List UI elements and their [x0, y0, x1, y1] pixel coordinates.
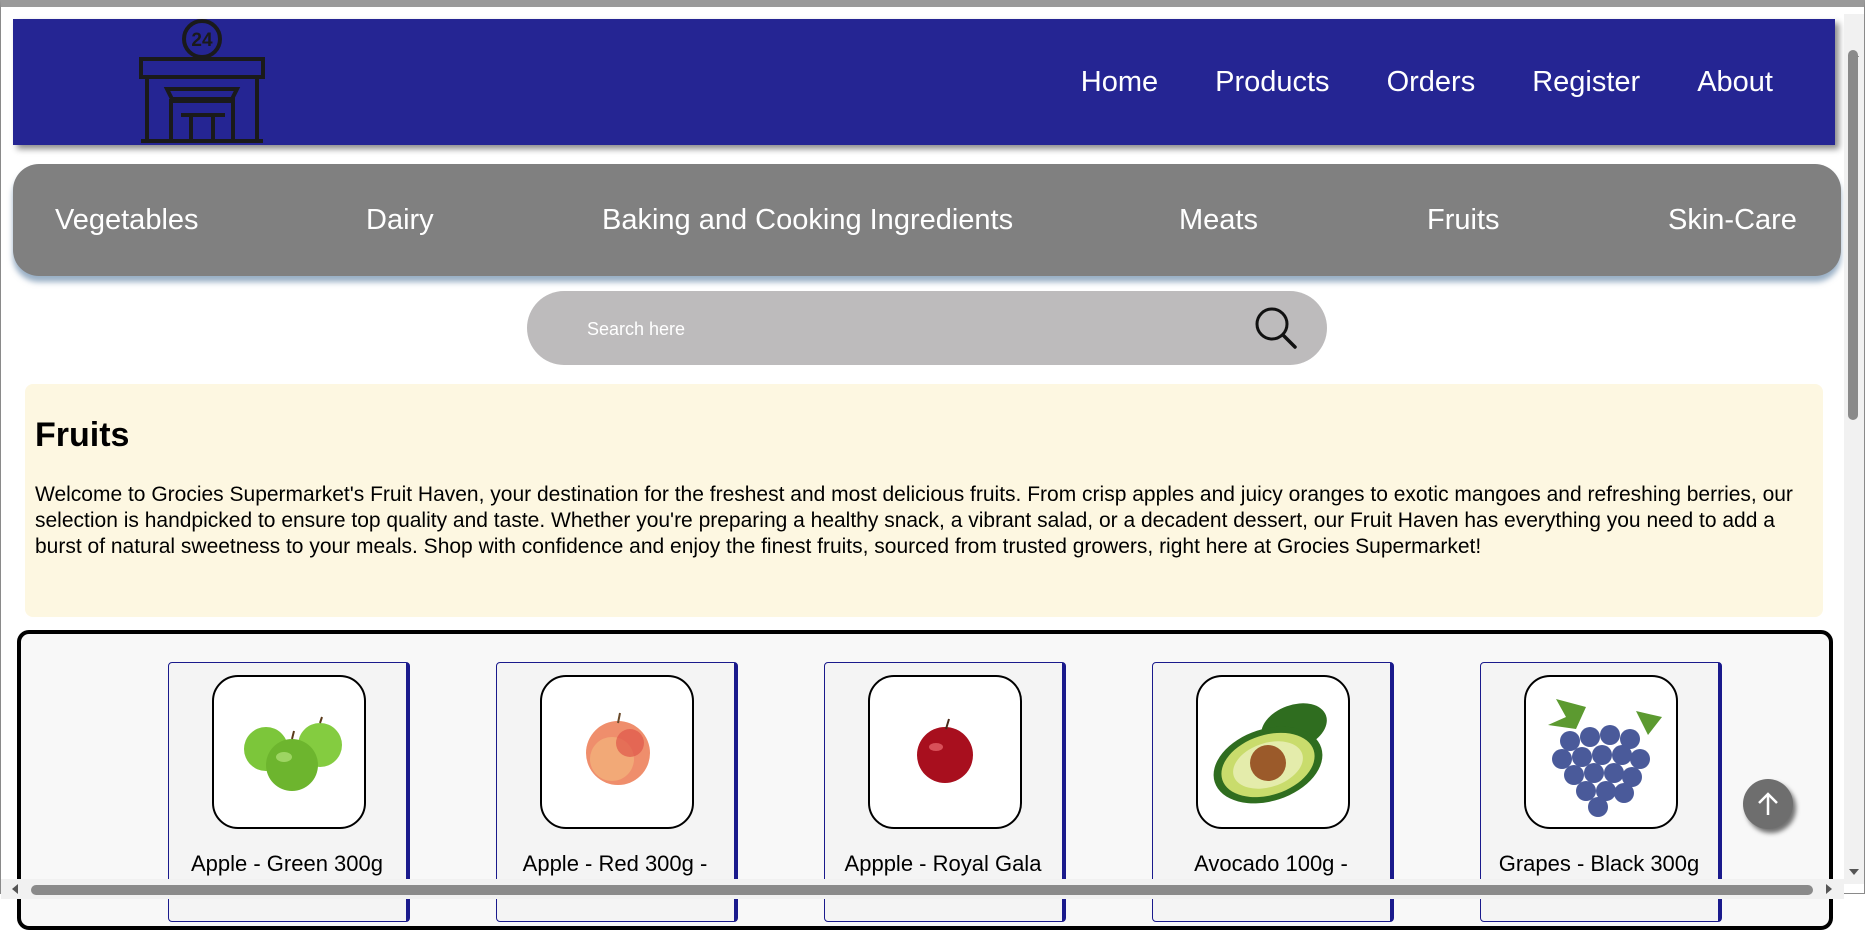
browser-viewport: 24 Home Products Orders Register About V… [0, 0, 1865, 930]
horizontal-scrollbar[interactable] [1, 879, 1844, 899]
scroll-down-icon[interactable] [1844, 862, 1864, 882]
search-bar [527, 291, 1327, 365]
scroll-left-icon[interactable] [5, 879, 25, 899]
product-title[interactable]: Apple - Green 300g [169, 851, 405, 877]
store-logo-icon[interactable]: 24 [129, 19, 275, 145]
category-vegetables[interactable]: Vegetables [55, 164, 199, 276]
svg-text:24: 24 [191, 30, 213, 51]
nav-home[interactable]: Home [1081, 66, 1158, 99]
main-nav: Home Products Orders Register About [1081, 19, 1835, 145]
category-dairy[interactable]: Dairy [366, 164, 434, 276]
avocado-image [1213, 703, 1327, 804]
red-apple-image [586, 712, 650, 785]
product-image[interactable] [868, 675, 1022, 829]
category-intro: Fruits Welcome to Grocies Supermarket's … [25, 384, 1823, 617]
royal-gala-apple-image [917, 718, 973, 783]
product-title[interactable]: Apple - Red 300g - [497, 851, 733, 877]
nav-about[interactable]: About [1697, 66, 1773, 99]
product-image[interactable] [1196, 675, 1350, 829]
category-fruits[interactable]: Fruits [1427, 164, 1500, 276]
site-header: 24 Home Products Orders Register About [13, 19, 1835, 145]
arrow-up-icon [1758, 792, 1778, 815]
page-title: Fruits [35, 416, 130, 454]
nav-products[interactable]: Products [1215, 66, 1329, 99]
nav-register[interactable]: Register [1532, 66, 1640, 99]
search-input[interactable] [585, 309, 1189, 349]
nav-orders[interactable]: Orders [1387, 66, 1476, 99]
category-meats[interactable]: Meats [1179, 164, 1258, 276]
vertical-scrollbar[interactable] [1844, 14, 1864, 884]
intro-description: Welcome to Grocies Supermarket's Fruit H… [35, 483, 1793, 558]
category-bar: Vegetables Dairy Baking and Cooking Ingr… [13, 164, 1841, 276]
category-baking[interactable]: Baking and Cooking Ingredients [602, 164, 1013, 276]
product-title[interactable]: Avocado 100g - [1153, 851, 1389, 877]
product-image[interactable] [1524, 675, 1678, 829]
vertical-scroll-thumb[interactable] [1848, 50, 1858, 420]
back-to-top-button[interactable] [1743, 779, 1793, 829]
scroll-right-icon[interactable] [1819, 879, 1839, 899]
black-grapes-image [1548, 699, 1662, 817]
product-title[interactable]: Appple - Royal Gala [825, 851, 1061, 877]
product-title[interactable]: Grapes - Black 300g [1481, 851, 1717, 877]
search-icon[interactable] [1253, 305, 1299, 351]
category-skin-care[interactable]: Skin-Care [1668, 164, 1797, 276]
green-apples-image [244, 716, 342, 791]
product-image[interactable] [540, 675, 694, 829]
product-image[interactable] [212, 675, 366, 829]
